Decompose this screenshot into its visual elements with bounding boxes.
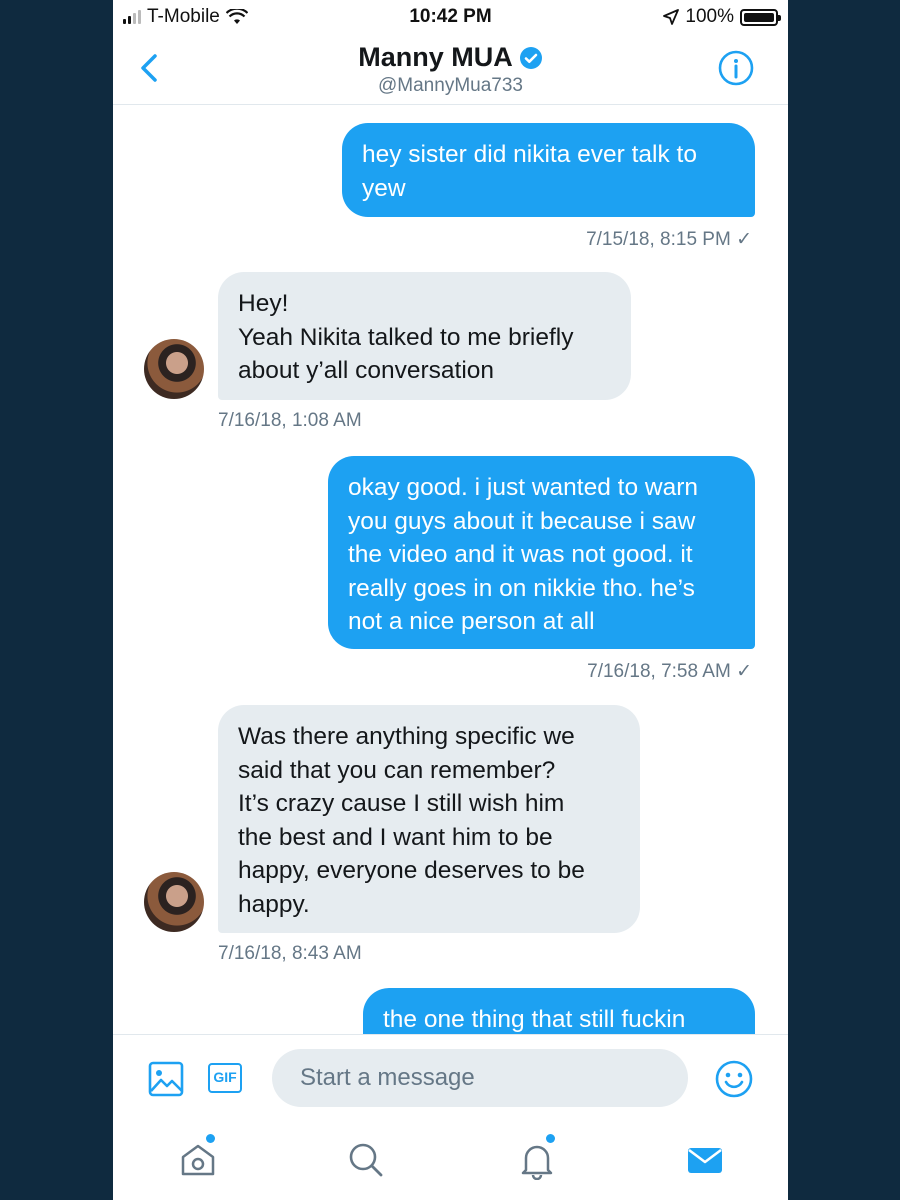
phone-screen: T-Mobile 10:42 PM 100% Manny MUA @MannyM… <box>113 0 788 1200</box>
message-line: Yeah Nikita talked to me briefly <box>238 323 574 351</box>
contact-avatar[interactable] <box>144 872 204 932</box>
gif-label: GIF <box>213 1069 237 1085</box>
message-line: It’s crazy cause I still wish him <box>238 790 565 817</box>
message-input[interactable]: Start a message <box>272 1049 688 1107</box>
incoming-message[interactable]: Was there anything specific we said that… <box>218 705 640 933</box>
info-icon[interactable] <box>718 50 754 86</box>
notifications-dot <box>546 1134 555 1143</box>
notifications-icon[interactable] <box>517 1140 557 1180</box>
message-line: Was there anything specific we <box>238 723 575 750</box>
conversation-header: Manny MUA @MannyMua733 <box>113 34 788 105</box>
tab-bar <box>113 1122 788 1200</box>
outgoing-message[interactable]: hey sister did nikita ever talk to yew <box>342 123 755 217</box>
gif-button[interactable]: GIF <box>208 1063 242 1093</box>
header-title-group[interactable]: Manny MUA @MannyMua733 <box>113 42 788 97</box>
message-timestamp: 7/15/18, 8:15 PM ✓ <box>586 229 752 250</box>
battery-percent: 100% <box>685 6 734 27</box>
message-line: yew <box>362 174 406 202</box>
message-line: about y’all conversation <box>238 357 495 384</box>
home-icon[interactable] <box>178 1140 218 1180</box>
message-line: said that you can remember? <box>238 756 556 784</box>
message-line: happy. <box>238 890 310 918</box>
location-arrow-icon <box>663 9 680 25</box>
status-right: 100% <box>663 6 781 28</box>
message-line: hey sister did nikita ever talk to <box>362 141 697 168</box>
message-line: happy, everyone deserves to be <box>238 857 585 884</box>
outgoing-message[interactable]: okay good. i just wanted to warn you guy… <box>328 456 755 649</box>
incoming-message[interactable]: Hey! Yeah Nikita talked to me briefly ab… <box>218 272 631 400</box>
message-line: the video and it was not good. it <box>348 541 693 568</box>
message-line: you guys about it because i saw <box>348 507 696 535</box>
message-timestamp: 7/16/18, 1:08 AM <box>218 410 362 431</box>
message-composer: GIF Start a message <box>113 1034 788 1123</box>
header-title: Manny MUA <box>358 42 543 73</box>
message-line: Hey! <box>238 290 289 317</box>
message-timestamp: 7/16/18, 8:43 AM <box>218 943 362 964</box>
message-line: really goes in on nikkie tho. he’s <box>348 574 695 602</box>
verified-badge-icon <box>519 46 542 69</box>
image-icon[interactable] <box>148 1061 184 1097</box>
message-line: the one thing that still fuckin <box>383 1006 686 1033</box>
contact-avatar[interactable] <box>144 339 204 399</box>
home-notification-dot <box>206 1134 215 1143</box>
contact-handle: @MannyMua733 <box>378 75 523 96</box>
emoji-icon[interactable] <box>715 1060 753 1098</box>
message-line: okay good. i just wanted to warn <box>348 474 699 501</box>
contact-name: Manny MUA <box>358 42 513 72</box>
search-icon[interactable] <box>346 1140 386 1180</box>
message-line: the best and I want him to be <box>238 823 553 851</box>
message-timestamp: 7/16/18, 7:58 AM ✓ <box>587 661 752 682</box>
message-line: not a nice person at all <box>348 608 595 635</box>
messages-icon[interactable] <box>685 1140 725 1180</box>
status-bar: T-Mobile 10:42 PM 100% <box>113 0 788 34</box>
battery-icon <box>740 8 781 26</box>
